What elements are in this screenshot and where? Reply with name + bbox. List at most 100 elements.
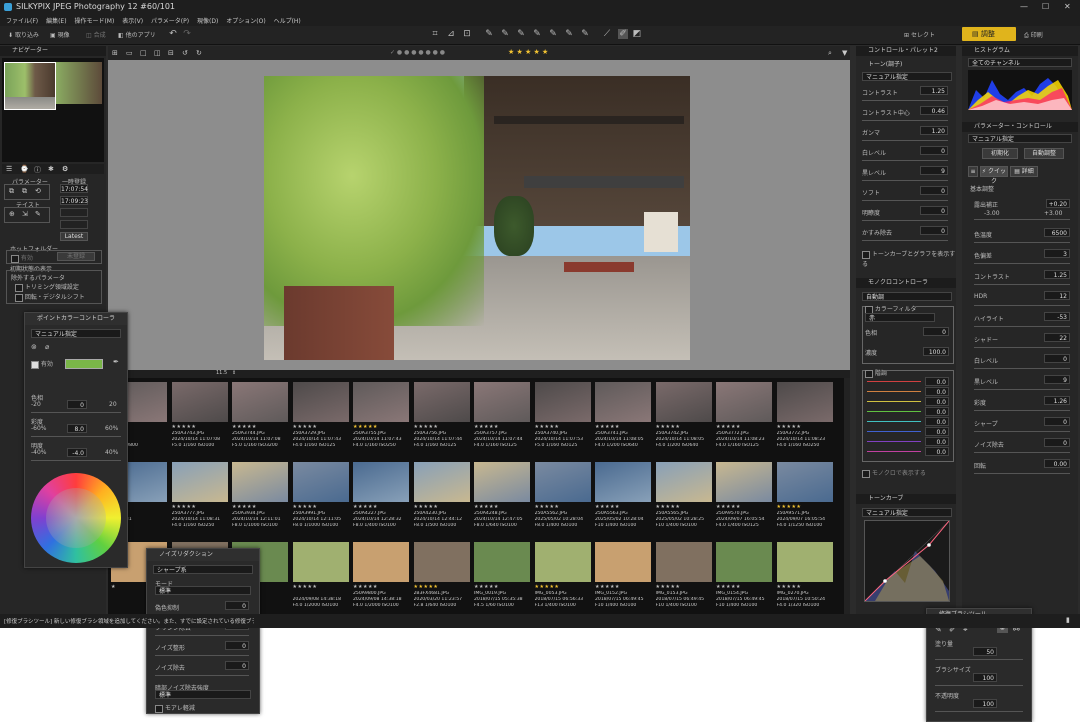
brush5-icon[interactable]: ✎	[548, 29, 558, 39]
thumbnail-rating[interactable]: ★★★★★	[777, 424, 802, 430]
param-reset-icon[interactable]: ⟲	[35, 187, 41, 195]
noise-row-slider[interactable]	[155, 635, 249, 636]
thumbnail-rating[interactable]: ★★★★★	[716, 584, 741, 590]
brush-row-slider[interactable]	[935, 685, 1023, 686]
param-row-value[interactable]: 6500	[1044, 228, 1070, 237]
view-split-icon[interactable]: ⊟	[168, 49, 174, 57]
param-row-slider[interactable]	[974, 263, 1070, 264]
thumbnail-rating[interactable]: ★★★★★	[595, 504, 620, 510]
thumbnail-cell[interactable]: ★★★★★ 250A3742.JPG 2024/10/14 11:08:05 F4.0…	[655, 382, 713, 458]
thumbnail-rating[interactable]: ★★★★★	[232, 504, 257, 510]
tab-settings-icon[interactable]: ⚙	[62, 165, 68, 173]
tone-curve-graph[interactable]	[864, 520, 950, 602]
thumbnail-cell[interactable]: ★★★★★ 250A9570.JPG 2024/09/07 16:05:54 F4.0…	[715, 462, 773, 538]
thumbnail-rating[interactable]: ★★★★★	[535, 584, 560, 590]
color-label-filter[interactable]: ✓ ● ● ● ● ● ● ●	[390, 49, 445, 56]
brush1-icon[interactable]: ✎	[484, 29, 494, 39]
zoom-dropdown-icon[interactable]: ⇕	[232, 370, 236, 376]
pc-light-value[interactable]: -4.0	[67, 448, 87, 457]
thumbnail-rating[interactable]: ★★★★★	[293, 504, 318, 510]
thumbnail-rating[interactable]: ★★★★★	[535, 504, 560, 510]
mono-hue-value[interactable]: 0	[923, 327, 949, 336]
point-color-enabled[interactable]: 有効	[31, 359, 53, 369]
param-row-slider[interactable]	[974, 431, 1070, 432]
thumbnail-rating[interactable]: ★★★★★	[716, 424, 741, 430]
tab-list-icon[interactable]: ☰	[6, 165, 12, 173]
thumbnail-rating[interactable]: ★★★★★	[474, 424, 499, 430]
tone-row-slider[interactable]	[862, 160, 948, 161]
brush4-icon[interactable]: ✎	[532, 29, 542, 39]
noise-row-value[interactable]: 0	[225, 641, 249, 650]
brush-row-slider[interactable]	[935, 711, 1023, 712]
thumbnail-rating[interactable]: ★★★★★	[414, 504, 439, 510]
menu-help[interactable]: ヘルプ(H)	[274, 16, 301, 25]
tone-row-slider[interactable]	[862, 120, 948, 121]
curve-point-1[interactable]	[883, 579, 887, 583]
pc-sat-slider[interactable]	[31, 436, 121, 437]
check-rotate[interactable]: 回転・デジタルシフト	[15, 292, 85, 302]
tone-row-value[interactable]: 0	[920, 146, 948, 155]
param-copy-icon[interactable]: ⧉	[9, 187, 14, 196]
param-row-slider[interactable]	[974, 473, 1070, 474]
thumbnail-cell[interactable]: ★★★★★ 250A5563.JPG 2025/05/02 10:28:04 F10 …	[594, 462, 652, 538]
print-button[interactable]: ⎙ 印刷	[1024, 30, 1043, 40]
thumbnail-rating[interactable]: ★★★★★	[474, 584, 499, 590]
thumbnail-cell[interactable]: ★★★★★ 250A3729.JPG 2024/10/14 11:07:43 F4.0…	[292, 382, 350, 458]
param-row-slider[interactable]	[974, 389, 1070, 390]
param-init-button[interactable]: 初期化	[982, 148, 1018, 159]
noise-row-value[interactable]: 0	[225, 661, 249, 670]
thumbnail-cell[interactable]: ★★★★★ 250A5565.JPG 2025/05/02 10:28:25 F10 …	[655, 462, 713, 538]
thumbnail-rating[interactable]: ★★★★★	[656, 424, 681, 430]
thumbnail-rating[interactable]: ★★★★★	[414, 584, 439, 590]
color-filter-select[interactable]: 赤	[865, 313, 935, 322]
mono-mode-select[interactable]: 自動調	[862, 292, 952, 301]
brush-row-value[interactable]: 50	[973, 647, 997, 656]
thumbnail-rating[interactable]: ★★★★★	[353, 424, 378, 430]
point-color-picker-icon[interactable]: ⊚	[31, 343, 37, 351]
thumbnail-cell[interactable]: ★★★★★ 250A5562.JPG 2025/05/02 10:28:04 F8.0…	[534, 462, 592, 538]
tab-history-icon[interactable]: ⌚	[20, 165, 29, 173]
param-row-slider[interactable]	[974, 242, 1070, 243]
noise-row-value[interactable]: 0	[225, 601, 249, 610]
mono-band-value[interactable]: 0.0	[925, 397, 949, 406]
select-button[interactable]: ⊞ セレクト	[904, 30, 935, 39]
thumbnail-rating[interactable]: ★★★★★	[656, 504, 681, 510]
param-row-slider[interactable]	[974, 326, 1070, 327]
thumbnail-rating[interactable]: ★★★★★	[293, 424, 318, 430]
thumbnail-rating[interactable]: ★★★★★	[716, 504, 741, 510]
param-row-value[interactable]: 12	[1044, 291, 1070, 300]
param-row-slider[interactable]	[974, 347, 1070, 348]
noise-dark-select[interactable]: 標準	[155, 690, 251, 699]
mono-band-slider[interactable]	[867, 431, 921, 432]
mono-density-value[interactable]: 100.0	[923, 347, 949, 356]
undo-icon[interactable]: ↶	[168, 29, 178, 39]
brush-row-value[interactable]: 100	[973, 673, 997, 682]
thumbnail-cell[interactable]: ★★★★★ 250A3744.JPG 2024/10/14 11:07:08 F5.0…	[231, 382, 289, 458]
param-row-value[interactable]: 1.26	[1044, 396, 1070, 405]
param-preset-select[interactable]: マニュアル指定	[968, 134, 1072, 143]
brush7-icon[interactable]: ✎	[580, 29, 590, 39]
tone-curve-check[interactable]: トーンカーブとグラフを表示する	[862, 249, 956, 268]
healing-brush-icon[interactable]: ✐	[618, 29, 628, 39]
thumbnail-rating[interactable]: ★★★★★	[414, 424, 439, 430]
develop-button[interactable]: ▣ 現像	[50, 30, 70, 39]
thumbnail-rating[interactable]: ★	[111, 584, 116, 590]
rating-filter[interactable]: ★ ★ ★ ★ ★	[508, 48, 548, 56]
param-row-value[interactable]: 1.25	[1044, 270, 1070, 279]
brush6-icon[interactable]: ✎	[564, 29, 574, 39]
tone-row-slider[interactable]	[862, 200, 948, 201]
thumbnail-cell[interactable]: ★★★★★ 250A3777.JPG 2024/10/14 11:08:31 F4.0…	[171, 462, 229, 538]
crop-icon[interactable]: ⌗	[430, 29, 440, 39]
param-row-slider[interactable]	[974, 410, 1070, 411]
thumbnail-rating[interactable]: ★★★★★	[656, 584, 681, 590]
tone-row-value[interactable]: 0	[920, 186, 948, 195]
color-wheel[interactable]	[31, 473, 121, 563]
tone-row-value[interactable]: 0	[920, 226, 948, 235]
menu-view[interactable]: 表示(V)	[122, 16, 143, 25]
taste-apply-icon[interactable]: ⇲	[22, 210, 28, 218]
tone-row-value[interactable]: 0	[920, 206, 948, 215]
pc-light-slider[interactable]	[31, 460, 121, 461]
noise-row-slider[interactable]	[155, 655, 249, 656]
other-app-button[interactable]: ◧ 他のアプリ	[118, 30, 156, 39]
thumbnail-rating[interactable]: ★★★★★	[595, 424, 620, 430]
